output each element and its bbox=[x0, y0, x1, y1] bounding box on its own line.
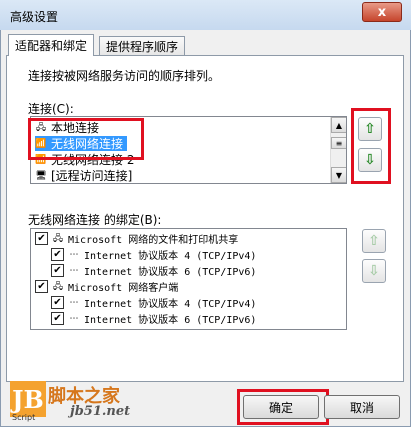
protocol-icon: ⋯ bbox=[69, 297, 79, 308]
description-text: 连接按被网络服务访问的顺序排列。 bbox=[28, 69, 221, 83]
binding-checkbox[interactable]: ✔ bbox=[51, 264, 64, 277]
scroll-thumb[interactable]: ≡ bbox=[331, 137, 346, 149]
remote-access-icon: 🖥 bbox=[35, 170, 47, 181]
binding-checkbox[interactable]: ✔ bbox=[51, 248, 64, 261]
binding-item[interactable]: ✔ ⋯ Internet 协议版本 6 (TCP/IPv6) bbox=[51, 311, 256, 326]
binding-checkbox[interactable]: ✔ bbox=[35, 232, 48, 245]
cancel-button[interactable]: 取消 bbox=[324, 395, 400, 419]
binding-item[interactable]: ✔ 🖧 Microsoft 网络的文件和打印机共享 bbox=[35, 231, 238, 246]
tab-provider-order[interactable]: 提供程序顺序 bbox=[99, 36, 186, 55]
binding-move-down-button[interactable]: ⇩ bbox=[362, 259, 386, 283]
binding-checkbox[interactable]: ✔ bbox=[51, 296, 64, 309]
protocol-icon: ⋯ bbox=[69, 313, 79, 324]
connections-scrollbar[interactable]: ▲ ≡ ▼ bbox=[330, 117, 346, 183]
binding-checkbox[interactable]: ✔ bbox=[51, 312, 64, 325]
network-client-icon: 🖧 bbox=[52, 281, 64, 292]
arrow-up-icon: ⇧ bbox=[364, 121, 376, 137]
scroll-down-icon[interactable]: ▼ bbox=[331, 167, 346, 183]
binding-checkbox[interactable]: ✔ bbox=[35, 280, 48, 293]
binding-item[interactable]: ✔ ⋯ Internet 协议版本 6 (TCP/IPv6) bbox=[51, 263, 256, 278]
arrow-up-icon: ⇧ bbox=[368, 233, 380, 249]
window-title: 高级设置 bbox=[10, 10, 59, 24]
protocol-icon: ⋯ bbox=[69, 265, 79, 276]
arrow-down-icon: ⇩ bbox=[364, 152, 376, 168]
binding-item[interactable]: ✔ 🖧 Microsoft 网络客户端 bbox=[35, 279, 178, 294]
scroll-up-icon[interactable]: ▲ bbox=[331, 117, 346, 133]
watermark-url: jb51.net bbox=[70, 404, 131, 419]
jb-logo: JB bbox=[10, 381, 46, 417]
connections-label: 连接(C): bbox=[28, 102, 74, 116]
connection-item[interactable]: 🖥 [远程访问连接] bbox=[35, 168, 132, 183]
network-share-icon: 🖧 bbox=[52, 233, 64, 244]
binding-item[interactable]: ✔ ⋯ Internet 协议版本 4 (TCP/IPv4) bbox=[51, 247, 256, 262]
highlight-box-connection bbox=[28, 118, 144, 160]
logo-script-text: Script bbox=[12, 413, 36, 422]
protocol-icon: ⋯ bbox=[69, 249, 79, 260]
bindings-listbox[interactable]: ✔ 🖧 Microsoft 网络的文件和打印机共享 ✔ ⋯ Internet 协… bbox=[30, 228, 347, 330]
binding-item[interactable]: ✔ ⋯ Internet 协议版本 4 (TCP/IPv4) bbox=[51, 295, 256, 310]
arrow-down-icon: ⇩ bbox=[368, 263, 380, 279]
bindings-label: 无线网络连接 的绑定(B): bbox=[28, 213, 162, 227]
ok-button[interactable]: 确定 bbox=[243, 395, 319, 419]
tab-adapters-bindings[interactable]: 适配器和绑定 bbox=[8, 34, 95, 56]
close-button[interactable]: x bbox=[362, 2, 402, 22]
binding-move-up-button[interactable]: ⇧ bbox=[362, 229, 386, 253]
title-bar bbox=[0, 0, 411, 30]
move-up-button[interactable]: ⇧ bbox=[358, 117, 382, 141]
move-down-button[interactable]: ⇩ bbox=[358, 148, 382, 172]
